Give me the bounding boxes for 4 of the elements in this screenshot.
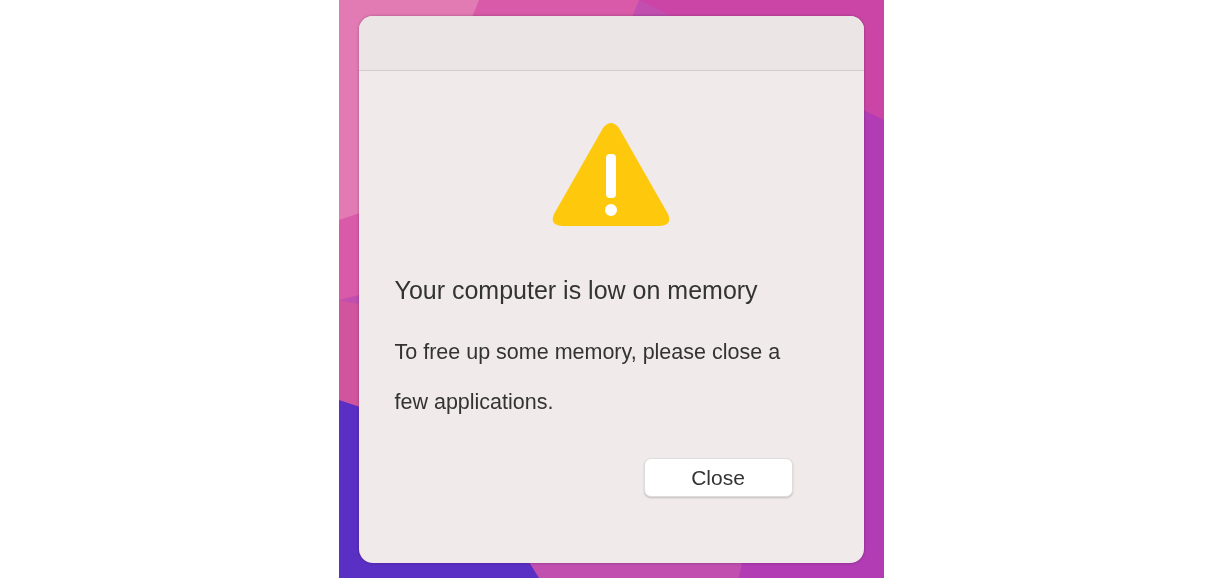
dialog-title: Your computer is low on memory	[394, 276, 758, 305]
dialog-message: To free up some memory, please close a few applications.	[394, 339, 782, 416]
close-button[interactable]: Close	[643, 458, 793, 497]
warning-icon	[550, 122, 671, 228]
